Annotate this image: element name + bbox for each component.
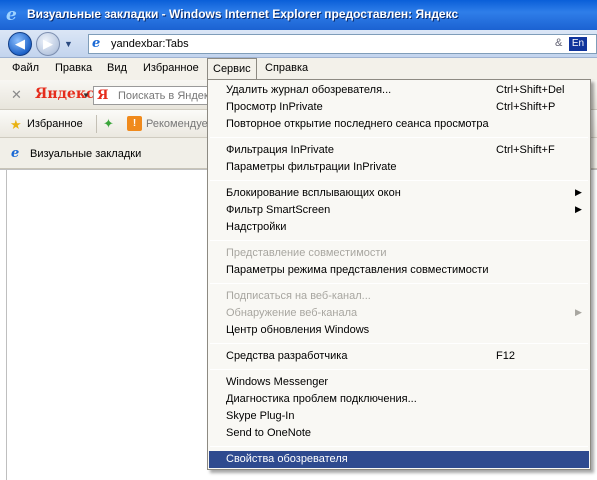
- menu-item-label: Параметры режима представления совместим…: [226, 264, 489, 276]
- chevron-down-icon[interactable]: ▼: [82, 91, 90, 100]
- menu-help[interactable]: Справка: [265, 62, 308, 74]
- address-bar[interactable]: e yandexbar:Tabs & En: [88, 34, 597, 54]
- recommended-sites-icon: !: [127, 116, 142, 131]
- submenu-arrow-icon: ▶: [575, 307, 582, 317]
- menu-separator: [210, 343, 588, 344]
- menu-item-shortcut: F12: [496, 350, 515, 362]
- menu-item-inprivate-filter-settings[interactable]: Параметры фильтрации InPrivate: [209, 159, 589, 176]
- menu-item-label: Skype Plug-In: [226, 410, 295, 422]
- menu-view[interactable]: Вид: [107, 62, 127, 74]
- menu-separator: [210, 137, 588, 138]
- back-button[interactable]: ◀: [8, 32, 32, 56]
- add-to-favorites-icon[interactable]: ✦: [103, 116, 114, 132]
- content-frame-edge: [6, 170, 7, 480]
- menu-item-label: Свойства обозревателя: [226, 453, 348, 465]
- menu-item-label: Фильтр SmartScreen: [226, 204, 331, 216]
- menu-item-label: Просмотр InPrivate: [226, 101, 323, 113]
- menu-item-delete-history[interactable]: Удалить журнал обозревателя... Ctrl+Shif…: [209, 82, 589, 99]
- menu-item-label: Подписаться на веб-канал...: [226, 290, 371, 302]
- menu-item-label: Send to OneNote: [226, 427, 312, 439]
- address-url[interactable]: yandexbar:Tabs: [111, 38, 189, 50]
- window-title: Визуальные закладки - Windows Internet E…: [27, 7, 459, 21]
- search-placeholder: Поискать в Яндексе: [118, 90, 211, 102]
- menu-separator: [210, 283, 588, 284]
- menu-item-add-ons[interactable]: Надстройки: [209, 219, 589, 236]
- yandex-search-input[interactable]: Я Поискать в Яндексе: [93, 86, 211, 105]
- menu-separator: [210, 180, 588, 181]
- menu-file[interactable]: Файл: [12, 62, 39, 74]
- navigation-bar: ◀ ▶ ▼ e yandexbar:Tabs & En: [0, 30, 597, 58]
- menu-item-label: Средства разработчика: [226, 350, 348, 362]
- menu-item-label: Параметры фильтрации InPrivate: [226, 161, 397, 173]
- menu-item-inprivate-filtering[interactable]: Фильтрация InPrivate Ctrl+Shift+F: [209, 142, 589, 159]
- close-toolbar-icon[interactable]: ✕: [11, 87, 22, 103]
- menu-bar: Файл Правка Вид Избранное Сервис Справка: [0, 58, 597, 80]
- menu-item-feed-discovery: Обнаружение веб-канала ▶: [209, 305, 589, 322]
- menu-separator: [210, 369, 588, 370]
- favorites-star-icon: ★: [10, 117, 22, 132]
- forward-button[interactable]: ▶: [36, 32, 60, 56]
- menu-item-compatibility-view: Представление совместимости: [209, 245, 589, 262]
- toolbar-divider: [96, 115, 97, 133]
- menu-item-inprivate-browsing[interactable]: Просмотр InPrivate Ctrl+Shift+P: [209, 99, 589, 116]
- menu-item-shortcut: Ctrl+Shift+F: [496, 144, 555, 156]
- menu-item-windows-update[interactable]: Центр обновления Windows: [209, 322, 589, 339]
- menu-item-subscribe-feed: Подписаться на веб-канал...: [209, 288, 589, 305]
- menu-item-label: Фильтрация InPrivate: [226, 144, 334, 156]
- menu-item-shortcut: Ctrl+Shift+Del: [496, 84, 565, 96]
- submenu-arrow-icon: ▶: [575, 187, 582, 197]
- menu-separator: [210, 446, 588, 447]
- menu-item-label: Обнаружение веб-канала: [226, 307, 358, 319]
- yandex-search-logo: Я: [97, 88, 109, 103]
- menu-item-connection-diagnostics[interactable]: Диагностика проблем подключения...: [209, 391, 589, 408]
- menu-item-label: Блокирование всплывающих окон: [226, 187, 401, 199]
- address-tail-glyph: &: [555, 37, 563, 49]
- menu-item-popup-blocker[interactable]: Блокирование всплывающих окон ▶: [209, 185, 589, 202]
- favorites-button[interactable]: Избранное: [27, 118, 83, 130]
- tab-label: Визуальные закладки: [30, 148, 142, 160]
- menu-item-internet-options[interactable]: Свойства обозревателя: [209, 451, 589, 468]
- tab-page-icon: e: [11, 146, 20, 161]
- menu-item-reopen-last-session[interactable]: Повторное открытие последнего сеанса про…: [209, 116, 589, 133]
- tools-menu: Удалить журнал обозревателя... Ctrl+Shif…: [207, 79, 591, 470]
- ie-logo-icon: e: [6, 5, 17, 25]
- menu-item-label: Удалить журнал обозревателя...: [226, 84, 392, 96]
- menu-item-label: Повторное открытие последнего сеанса про…: [226, 118, 489, 130]
- menu-item-label: Диагностика проблем подключения...: [226, 393, 417, 405]
- menu-edit[interactable]: Правка: [55, 62, 92, 74]
- menu-item-label: Windows Messenger: [226, 376, 329, 388]
- menu-item-label: Надстройки: [226, 221, 287, 233]
- tab-visual-bookmarks[interactable]: e Визуальные закладки: [8, 145, 208, 169]
- recent-pages-dropdown-icon[interactable]: ▼: [64, 39, 73, 49]
- submenu-arrow-icon: ▶: [575, 204, 582, 214]
- menu-tools[interactable]: Сервис: [207, 58, 257, 80]
- page-icon: e: [92, 36, 101, 51]
- menu-item-skype-plugin[interactable]: Skype Plug-In: [209, 408, 589, 425]
- menu-item-label: Центр обновления Windows: [226, 324, 370, 336]
- menu-favorites[interactable]: Избранное: [143, 62, 199, 74]
- menu-item-send-to-onenote[interactable]: Send to OneNote: [209, 425, 589, 442]
- menu-item-smartscreen-filter[interactable]: Фильтр SmartScreen ▶: [209, 202, 589, 219]
- menu-item-shortcut: Ctrl+Shift+P: [496, 101, 556, 113]
- language-indicator: En: [569, 37, 587, 51]
- menu-item-developer-tools[interactable]: Средства разработчика F12: [209, 348, 589, 365]
- title-bar: e Визуальные закладки - Windows Internet…: [0, 0, 597, 30]
- menu-item-compatibility-view-settings[interactable]: Параметры режима представления совместим…: [209, 262, 589, 279]
- recommended-sites-link[interactable]: Рекомендуе: [146, 118, 208, 130]
- menu-item-windows-messenger[interactable]: Windows Messenger: [209, 374, 589, 391]
- menu-separator: [210, 240, 588, 241]
- menu-item-label: Представление совместимости: [226, 247, 387, 259]
